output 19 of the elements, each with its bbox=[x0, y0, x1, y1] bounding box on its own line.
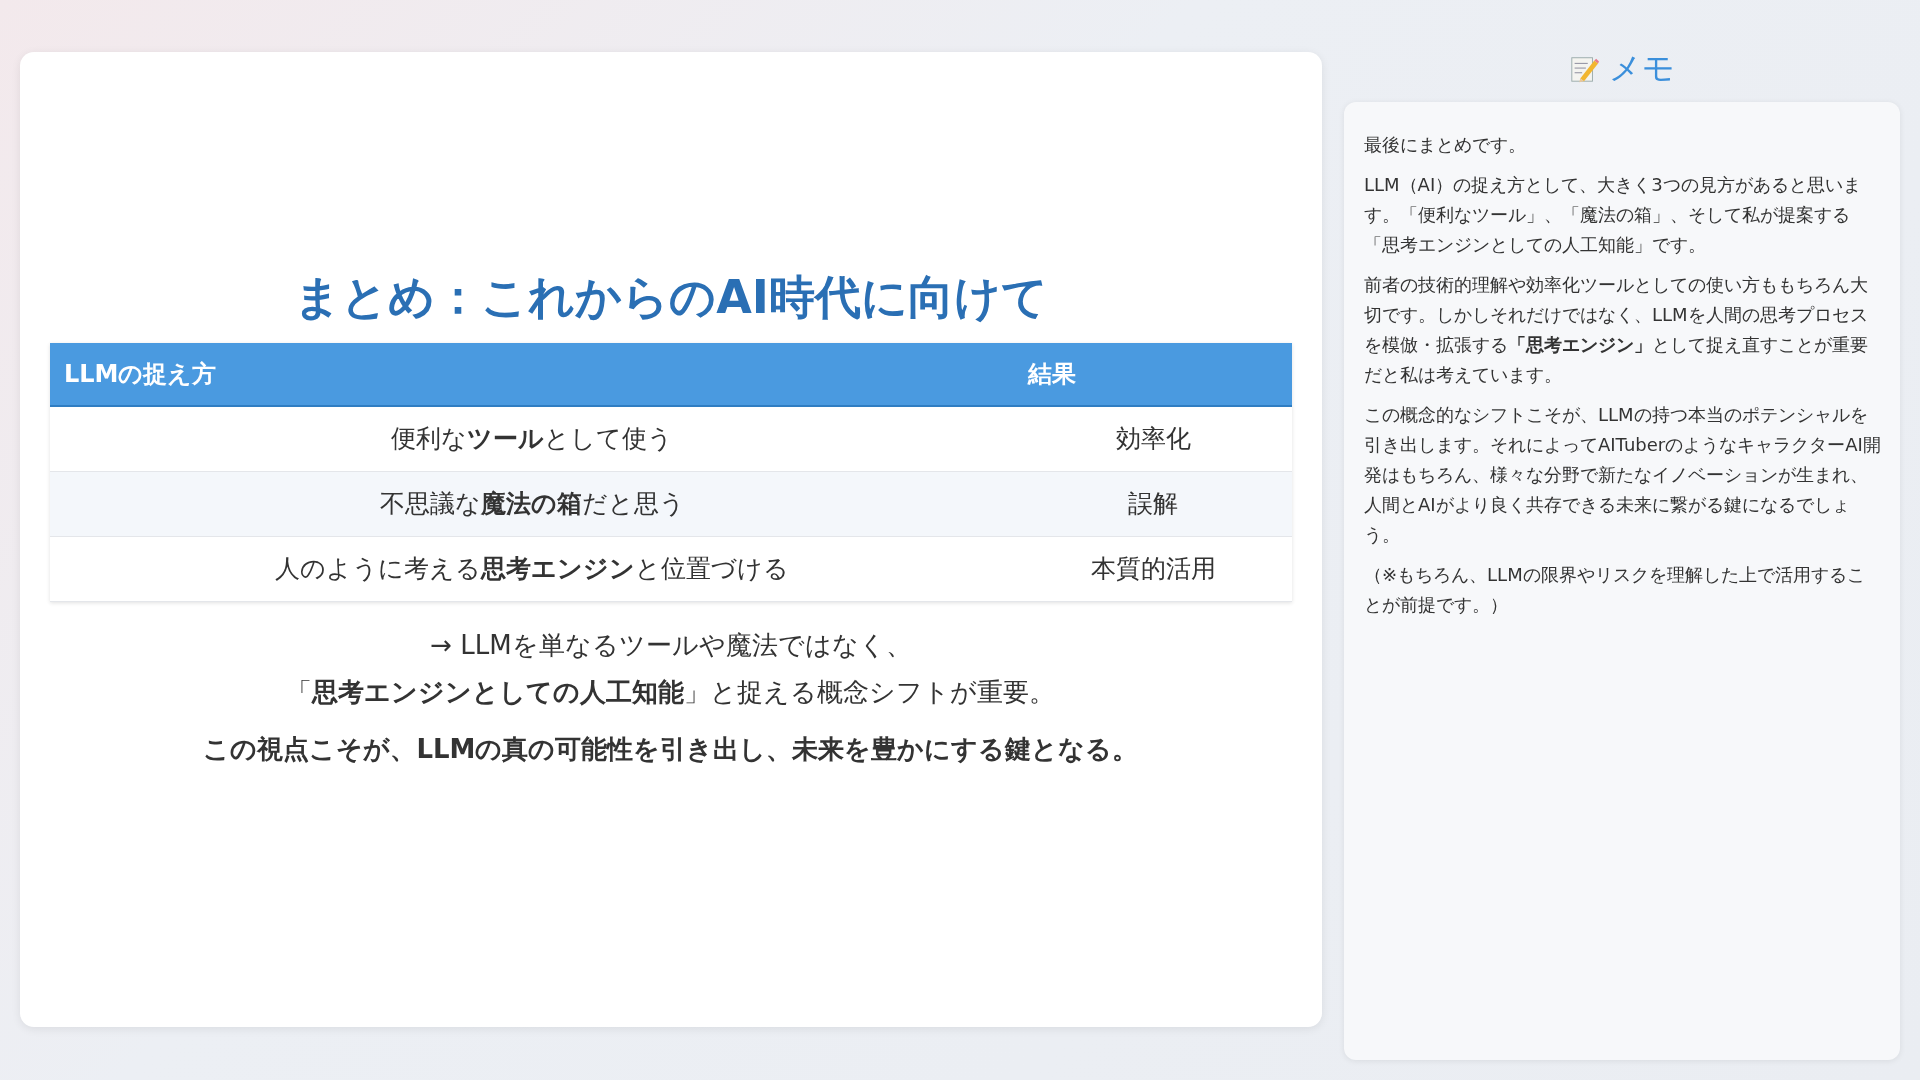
column-header: 結果 bbox=[1014, 342, 1292, 406]
conclusion-text: この視点こそが、LLMの真の可能性を引き出し、未来を豊かにする鍵となる。 bbox=[203, 732, 1139, 766]
notes-paragraph: この概念的なシフトこそが、LLMの持つ本当のポテンシャルを引き出します。それによってAITuberのようなキャラクターAI開発はもちろん、様々な分野で新たなイノベーションが生まれ、人間とAIがより良く共存できる未来に繋がる鍵になるでしょう。 bbox=[1364, 403, 1882, 547]
table-cell: 誤解 bbox=[1014, 471, 1292, 536]
memo-pencil-icon bbox=[1569, 54, 1599, 84]
slide-title: まとめ：これからのAI時代に向けて bbox=[294, 268, 1048, 326]
notes-paragraph: LLM（AI）の捉え方として、大きく3つの見方があると思います。「便利なツール」、「魔法の箱」、そして私が提案する「思考エンジンとしての人工知能」です。 bbox=[1364, 173, 1862, 257]
column-header: LLMの捉え方 bbox=[50, 342, 1014, 406]
notes-title: メモ bbox=[1609, 48, 1675, 89]
notes-paragraph: 前者の技術的理解や効率化ツールとしての使い方ももちろん大切です。しかしそれだけではなく、LLMを人間の思考プロセスを模倣・拡張する「思考エンジン」として捉え直すことが重要だと私は考えています。 bbox=[1364, 273, 1869, 387]
table-cell: 人のように考える思考エンジンと位置づける bbox=[50, 536, 1014, 601]
conclusion-text: → LLMを単なるツールや魔法ではなく、 bbox=[430, 628, 912, 662]
table-cell: 効率化 bbox=[1014, 405, 1292, 471]
conclusion-text: 「思考エンジンとしての人工知能」と捉える概念シフトが重要。 bbox=[286, 675, 1056, 709]
table-cell: 便利なツールとして使う bbox=[50, 405, 1014, 471]
notes-paragraph: 最後にまとめです。 bbox=[1364, 133, 1527, 157]
table-cell: 本質的活用 bbox=[1014, 536, 1292, 601]
notes-paragraph: （※もちろん、LLMの限界やリスクを理解した上で活用することが前提です。） bbox=[1364, 563, 1866, 617]
table-cell: 不思議な魔法の箱だと思う bbox=[50, 471, 1014, 536]
